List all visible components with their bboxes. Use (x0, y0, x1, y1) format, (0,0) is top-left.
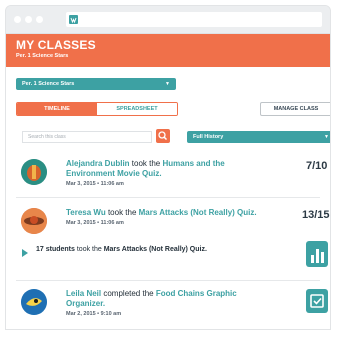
search-icon (158, 131, 168, 141)
assignment-link-cont[interactable]: Organizer. (66, 299, 105, 308)
avatar-image (21, 289, 47, 315)
main-content: Per. 1 Science Stars ▼ TIMELINE SPREADSH… (6, 67, 330, 329)
divider (16, 197, 320, 198)
activity-text: Leila Neil completed the Food Chains Gra… (66, 289, 237, 308)
avatar-image (21, 159, 47, 185)
url-bar[interactable] (66, 12, 322, 27)
window-dot-close[interactable] (14, 16, 21, 23)
activity-text: Alejandra Dublin took the Humans and the… (66, 159, 225, 178)
app-logo-icon (69, 15, 78, 24)
timestamp: Mar 3, 2015 • 11:06 am (66, 220, 124, 226)
timestamp: Mar 3, 2015 • 11:06 am (66, 181, 124, 187)
search-input[interactable]: Search this class (22, 131, 152, 143)
assignment-link[interactable]: Mars Attacks (Not Really) Quiz. (139, 208, 257, 217)
summary-text: 17 students took the Mars Attacks (Not R… (36, 246, 207, 253)
window-dot-maximize[interactable] (36, 16, 43, 23)
student-name-link[interactable]: Teresa Wu (66, 208, 106, 217)
window-dot-minimize[interactable] (25, 16, 32, 23)
student-name-link[interactable]: Leila Neil (66, 289, 101, 298)
view-tabs: TIMELINE SPREADSHEET (16, 102, 178, 116)
divider (16, 280, 320, 281)
avatar (21, 289, 47, 315)
tab-timeline[interactable]: TIMELINE (17, 103, 97, 115)
manage-class-button[interactable]: MANAGE CLASS (260, 102, 330, 116)
search-button[interactable] (156, 129, 170, 143)
avatar-image (21, 208, 47, 234)
class-selector-value: Per. 1 Science Stars (22, 81, 75, 87)
score: 13/15 (302, 209, 330, 221)
chevron-down-icon: ▼ (324, 134, 329, 140)
browser-chrome (6, 6, 330, 34)
student-name-link[interactable]: Alejandra Dublin (66, 159, 130, 168)
browser-window: MY CLASSES Per. 1 Science Stars Per. 1 S… (5, 5, 331, 330)
score: 7/10 (306, 160, 328, 172)
assignment-link[interactable]: Food Chains Graphic (156, 289, 237, 298)
checklist-icon[interactable] (306, 289, 328, 313)
play-icon[interactable] (22, 249, 28, 257)
page-header: MY CLASSES Per. 1 Science Stars (6, 34, 330, 67)
class-selector[interactable]: Per. 1 Science Stars ▼ (16, 78, 176, 90)
bar-chart-icon[interactable] (306, 241, 328, 267)
page-subtitle: Per. 1 Science Stars (16, 53, 69, 59)
activity-text: Teresa Wu took the Mars Attacks (Not Rea… (66, 208, 257, 217)
history-filter[interactable]: Full History ▼ (187, 131, 330, 143)
page-title: MY CLASSES (16, 38, 96, 52)
history-filter-value: Full History (193, 134, 224, 140)
tab-spreadsheet[interactable]: SPREADSHEET (97, 103, 177, 115)
chevron-down-icon: ▼ (165, 81, 170, 87)
avatar (21, 208, 47, 234)
timestamp: Mar 2, 2015 • 9:10 am (66, 311, 122, 317)
avatar (21, 159, 47, 185)
